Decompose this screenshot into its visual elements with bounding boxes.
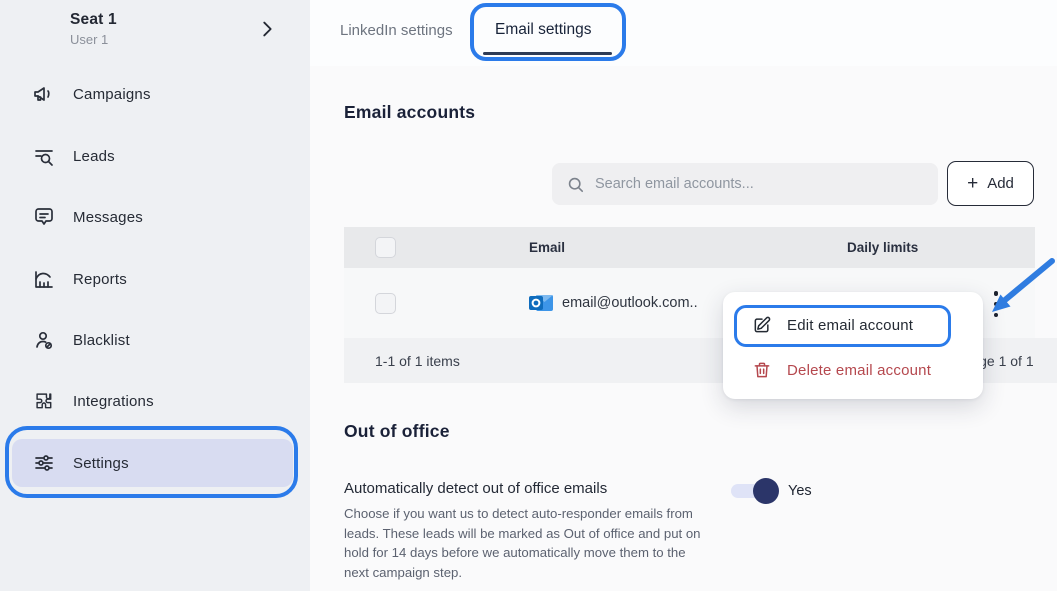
menu-item-edit-email-account[interactable]: Edit email account xyxy=(723,307,983,343)
sidebar-item-campaigns[interactable]: Campaigns xyxy=(0,72,310,116)
sidebar-item-integrations[interactable]: Integrations xyxy=(0,379,310,423)
tab-label: LinkedIn settings xyxy=(340,22,453,39)
search-bar[interactable] xyxy=(552,163,938,205)
sliders-icon xyxy=(32,451,56,475)
menu-item-label: Delete email account xyxy=(787,362,931,379)
sidebar-item-label: Leads xyxy=(73,148,115,165)
sidebar-item-label: Reports xyxy=(73,271,127,288)
row-checkbox[interactable] xyxy=(375,293,396,314)
auto-detect-toggle[interactable] xyxy=(731,478,781,504)
sidebar-item-label: Messages xyxy=(73,209,143,226)
plus-icon: + xyxy=(967,174,978,193)
auto-detect-setting-description: Choose if you want us to detect auto-res… xyxy=(344,504,708,582)
leads-search-icon xyxy=(32,144,56,168)
sidebar-item-label: Settings xyxy=(73,455,129,472)
auto-detect-setting-label: Automatically detect out of office email… xyxy=(344,480,607,497)
items-count: 1-1 of 1 items xyxy=(375,353,460,369)
megaphone-icon xyxy=(32,82,56,106)
sidebar-item-settings[interactable]: Settings xyxy=(12,439,293,487)
main-content: Email accounts + Add Email Daily limits xyxy=(310,66,1057,591)
sidebar-item-reports[interactable]: Reports xyxy=(0,257,310,301)
add-button-label: Add xyxy=(987,175,1014,192)
seat-subtitle: User 1 xyxy=(70,32,117,47)
out-of-office-title: Out of office xyxy=(344,421,450,442)
row-actions-menu: Edit email account Delete email account xyxy=(723,292,983,399)
seat-title: Seat 1 xyxy=(70,11,117,29)
message-bubble-icon xyxy=(32,205,56,229)
table-header-row: Email Daily limits xyxy=(344,227,1035,268)
email-accounts-title: Email accounts xyxy=(344,102,475,123)
chart-icon xyxy=(32,267,56,291)
sidebar-item-label: Campaigns xyxy=(73,86,151,103)
trash-icon xyxy=(752,360,772,380)
blocked-user-icon xyxy=(32,328,56,352)
add-button[interactable]: + Add xyxy=(947,161,1034,206)
sidebar: Seat 1 User 1 Campaigns Leads Messages xyxy=(0,0,310,591)
menu-item-label: Edit email account xyxy=(787,317,913,334)
tab-label: Email settings xyxy=(495,21,591,39)
seat-header[interactable]: Seat 1 User 1 xyxy=(70,11,117,47)
tab-email-settings[interactable]: Email settings xyxy=(495,0,591,60)
search-input[interactable] xyxy=(595,176,925,192)
tabs-bar: LinkedIn settings Email settings xyxy=(310,0,1057,66)
row-actions-kebab-icon[interactable] xyxy=(988,290,1004,318)
toggle-value-label: Yes xyxy=(788,483,812,499)
puzzle-icon xyxy=(32,389,56,413)
sidebar-item-blacklist[interactable]: Blacklist xyxy=(0,318,310,362)
select-all-checkbox[interactable] xyxy=(375,237,396,258)
sidebar-item-label: Integrations xyxy=(73,393,154,410)
column-header-daily-limits: Daily limits xyxy=(847,240,918,255)
chevron-right-icon[interactable] xyxy=(256,18,278,40)
app-window: Seat 1 User 1 Campaigns Leads Messages xyxy=(0,0,1057,591)
sidebar-item-leads[interactable]: Leads xyxy=(0,134,310,178)
tab-linkedin-settings[interactable]: LinkedIn settings xyxy=(340,0,453,60)
toggle-knob xyxy=(753,478,779,504)
sidebar-item-label: Blacklist xyxy=(73,332,130,349)
search-icon xyxy=(566,175,585,194)
sidebar-item-messages[interactable]: Messages xyxy=(0,195,310,239)
active-tab-underline xyxy=(483,52,612,55)
email-address: email@outlook.com.. xyxy=(562,295,698,311)
edit-pencil-icon xyxy=(752,315,772,335)
outlook-icon xyxy=(528,291,554,315)
column-header-email: Email xyxy=(529,240,565,255)
menu-item-delete-email-account[interactable]: Delete email account xyxy=(723,352,983,388)
